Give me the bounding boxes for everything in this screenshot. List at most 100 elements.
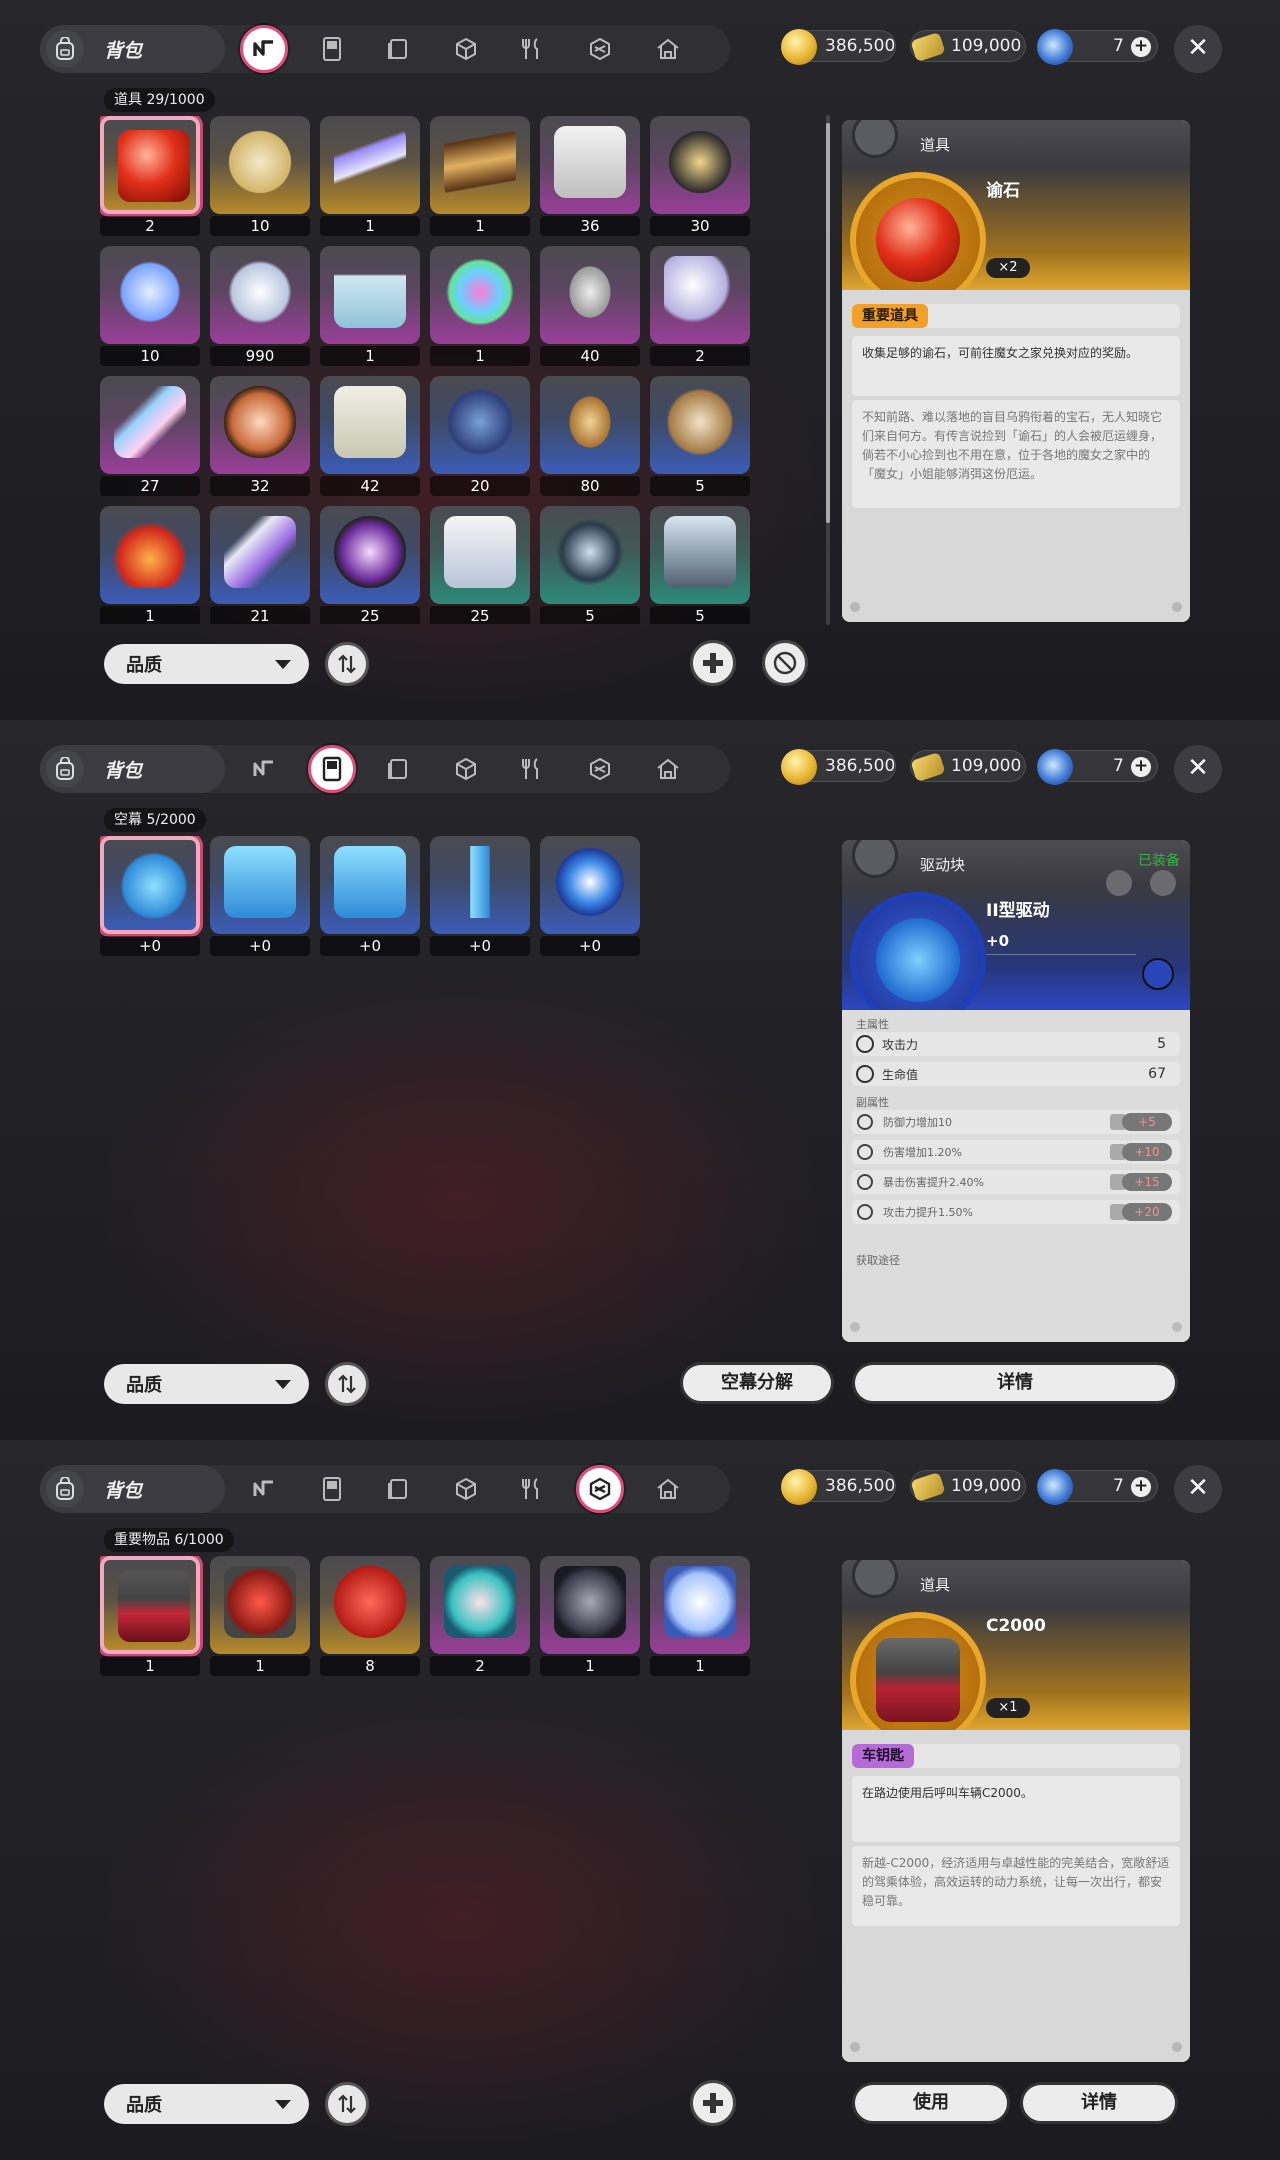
item-card[interactable]	[100, 1556, 200, 1654]
add-gem-button[interactable]: +	[1131, 1477, 1151, 1497]
item-card[interactable]	[540, 376, 640, 474]
item-card[interactable]	[540, 506, 640, 604]
item-card[interactable]	[430, 1556, 530, 1654]
item-card[interactable]	[320, 376, 420, 474]
no-entry-button[interactable]	[762, 640, 808, 686]
inventory-slot[interactable]: +0	[100, 836, 202, 956]
backpack-button[interactable]: 背包	[40, 25, 225, 73]
item-card[interactable]	[540, 116, 640, 214]
use-button[interactable]: 使用	[852, 2082, 1010, 2124]
item-card[interactable]	[430, 116, 530, 214]
inventory-slot[interactable]: +0	[210, 836, 312, 956]
tab-books[interactable]	[380, 31, 416, 67]
trash-icon[interactable]	[1106, 870, 1132, 896]
tab-books[interactable]	[380, 751, 416, 787]
tab-drive[interactable]	[314, 31, 350, 67]
inventory-slot[interactable]: 990	[210, 246, 312, 366]
item-card[interactable]	[210, 506, 310, 604]
item-card[interactable]	[650, 246, 750, 344]
backpack-button[interactable]: 背包	[40, 745, 225, 793]
close-button[interactable]: ✕	[1174, 1465, 1222, 1513]
item-card[interactable]	[100, 506, 200, 604]
inventory-slot[interactable]: 30	[650, 116, 752, 236]
inventory-slot[interactable]: 25	[430, 506, 532, 624]
item-card[interactable]	[430, 506, 530, 604]
tab-boxes[interactable]	[448, 1471, 484, 1507]
tab-books[interactable]	[380, 1471, 416, 1507]
inventory-slot[interactable]: 2	[100, 116, 202, 236]
sort-button[interactable]	[325, 1362, 369, 1406]
sort-button[interactable]	[325, 2082, 369, 2126]
tab-drive[interactable]	[314, 1471, 350, 1507]
item-card[interactable]	[320, 506, 420, 604]
tab-drive[interactable]	[308, 745, 356, 793]
tab-boxes[interactable]	[448, 31, 484, 67]
item-card[interactable]	[100, 836, 200, 934]
tab-key-items[interactable]	[582, 751, 618, 787]
item-card[interactable]	[100, 376, 200, 474]
item-card[interactable]	[210, 116, 310, 214]
decompose-button[interactable]: 空幕分解	[680, 1362, 834, 1404]
item-card[interactable]	[540, 1556, 640, 1654]
dpad-button[interactable]	[690, 640, 736, 686]
item-card[interactable]	[430, 246, 530, 344]
tab-home[interactable]	[650, 751, 686, 787]
close-button[interactable]: ✕	[1174, 25, 1222, 73]
item-card[interactable]	[100, 116, 200, 214]
item-card[interactable]	[210, 836, 310, 934]
item-card[interactable]	[320, 836, 420, 934]
tab-food[interactable]	[514, 751, 550, 787]
item-card[interactable]	[650, 116, 750, 214]
scrollbar[interactable]	[826, 115, 830, 625]
quality-filter-dropdown[interactable]: 品质	[104, 1364, 309, 1404]
inventory-slot[interactable]: +0	[430, 836, 532, 956]
details-button[interactable]: 详情	[852, 1362, 1178, 1404]
inventory-slot[interactable]: 5	[540, 506, 642, 624]
inventory-slot[interactable]: 20	[430, 376, 532, 496]
item-card[interactable]	[100, 246, 200, 344]
inventory-slot[interactable]: 1	[100, 1556, 202, 1676]
item-card[interactable]	[650, 506, 750, 604]
add-gem-button[interactable]: +	[1131, 37, 1151, 57]
item-card[interactable]	[650, 1556, 750, 1654]
inventory-slot[interactable]: 80	[540, 376, 642, 496]
inventory-slot[interactable]: 1	[650, 1556, 752, 1676]
tab-key-items[interactable]	[576, 1465, 624, 1513]
inventory-slot[interactable]: 36	[540, 116, 642, 236]
dpad-button[interactable]	[690, 2080, 736, 2126]
inventory-slot[interactable]: 1	[100, 506, 202, 624]
tab-boxes[interactable]	[448, 751, 484, 787]
sort-button[interactable]	[325, 642, 369, 686]
item-card[interactable]	[210, 1556, 310, 1654]
item-card[interactable]	[320, 1556, 420, 1654]
item-card[interactable]	[320, 116, 420, 214]
inventory-slot[interactable]: 1	[320, 246, 422, 366]
inventory-slot[interactable]: 1	[430, 246, 532, 366]
inventory-slot[interactable]: 5	[650, 506, 752, 624]
inventory-slot[interactable]: 32	[210, 376, 312, 496]
inventory-slot[interactable]: 5	[650, 376, 752, 496]
inventory-slot[interactable]: 1	[430, 116, 532, 236]
inventory-slot[interactable]: 8	[320, 1556, 422, 1676]
tab-items[interactable]	[246, 1471, 282, 1507]
inventory-slot[interactable]: 27	[100, 376, 202, 496]
quality-filter-dropdown[interactable]: 品质	[104, 2084, 309, 2124]
inventory-slot[interactable]: +0	[540, 836, 642, 956]
inventory-slot[interactable]: 2	[430, 1556, 532, 1676]
inventory-slot[interactable]: 21	[210, 506, 312, 624]
tab-items[interactable]	[246, 751, 282, 787]
tab-food[interactable]	[514, 31, 550, 67]
inventory-slot[interactable]: 25	[320, 506, 422, 624]
details-button[interactable]: 详情	[1020, 2082, 1178, 2124]
item-card[interactable]	[430, 376, 530, 474]
inventory-slot[interactable]: 2	[650, 246, 752, 366]
tab-home[interactable]	[650, 31, 686, 67]
inventory-slot[interactable]: 10	[100, 246, 202, 366]
inventory-slot[interactable]: +0	[320, 836, 422, 956]
item-card[interactable]	[650, 376, 750, 474]
inventory-slot[interactable]: 10	[210, 116, 312, 236]
backpack-button[interactable]: 背包	[40, 1465, 225, 1513]
item-card[interactable]	[210, 246, 310, 344]
item-card[interactable]	[540, 836, 640, 934]
item-card[interactable]	[540, 246, 640, 344]
